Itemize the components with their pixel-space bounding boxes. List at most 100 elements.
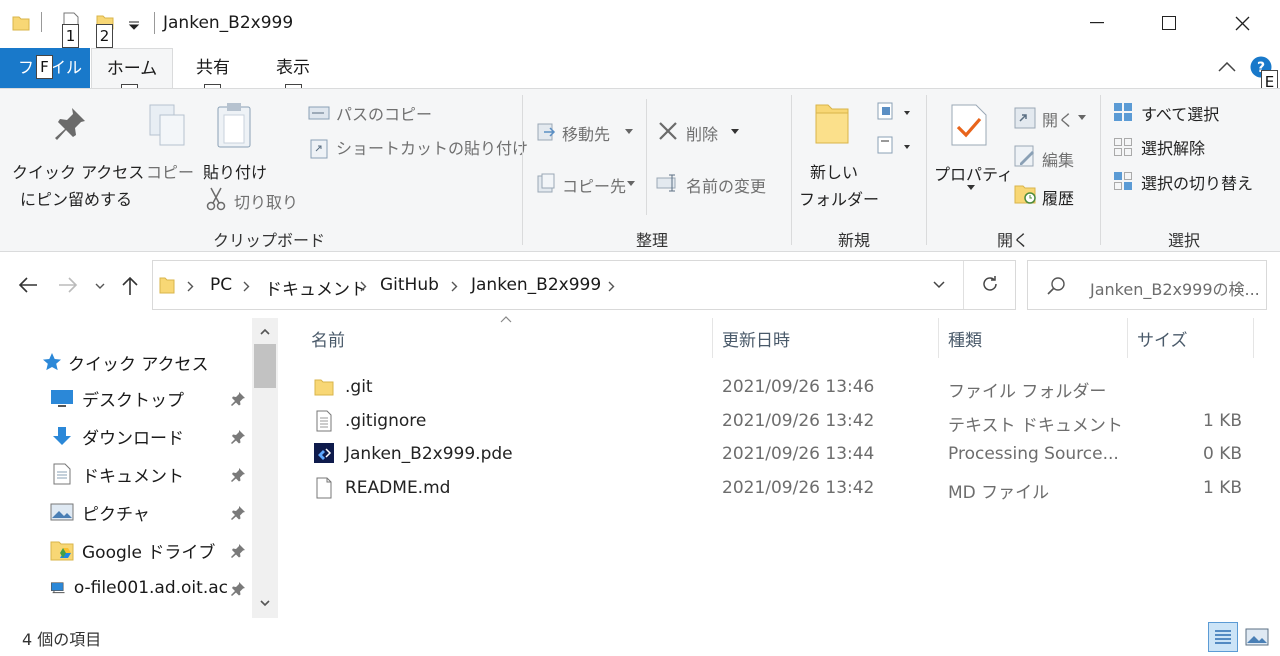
nav-item-downloads[interactable]: ダウンロード: [50, 421, 184, 451]
column-divider[interactable]: [712, 318, 713, 358]
select-all-button[interactable]: すべて選択: [1141, 101, 1219, 125]
cut-button[interactable]: 切り取り: [234, 189, 298, 213]
pin-icon[interactable]: [230, 429, 246, 445]
refresh-button[interactable]: [981, 275, 999, 293]
tab-share[interactable]: 共有: [182, 48, 244, 88]
nav-item-network-drive[interactable]: o-file001.ad.oit.ac: [50, 573, 228, 603]
back-button[interactable]: [18, 276, 38, 294]
nav-quick-access[interactable]: クイック アクセス: [42, 351, 209, 375]
copy-path-button[interactable]: パスのコピー: [336, 101, 432, 125]
paste-shortcut-icon: [310, 137, 328, 159]
nav-item-desktop[interactable]: デスクトップ: [50, 383, 184, 413]
invert-selection-button[interactable]: 選択の切り替え: [1141, 170, 1253, 194]
new-group-label: 新規: [838, 231, 871, 250]
group-separator: [926, 95, 927, 245]
scroll-up-icon[interactable]: [260, 328, 270, 335]
breadcrumb-github[interactable]: GitHub: [380, 275, 439, 295]
history-button[interactable]: 履歴: [1042, 185, 1074, 209]
minimize-icon: [1090, 22, 1104, 24]
search-box[interactable]: Janken_B2x999の検...: [1027, 260, 1267, 310]
nav-quick-access-label: クイック アクセス: [68, 354, 209, 375]
minimize-button[interactable]: [1090, 22, 1104, 24]
column-divider[interactable]: [1253, 318, 1254, 358]
nav-item-pictures[interactable]: ピクチャ: [50, 497, 150, 527]
table-row[interactable]: .gitignore 2021/09/26 13:42 テキスト ドキュメント …: [300, 406, 1260, 438]
easy-access-icon[interactable]: [876, 135, 912, 155]
collapse-ribbon-button[interactable]: [1218, 62, 1236, 72]
forward-button[interactable]: [58, 276, 78, 294]
rename-icon: [656, 173, 680, 193]
file-size: 0 KB: [1202, 444, 1242, 464]
rename-button[interactable]: 名前の変更: [686, 173, 766, 197]
table-row[interactable]: .git 2021/09/26 13:46 ファイル フォルダー: [300, 372, 1260, 404]
clipboard-group-label: クリップボード: [213, 231, 326, 250]
open-button[interactable]: 開く: [1042, 107, 1074, 131]
select-none-button[interactable]: 選択解除: [1141, 135, 1205, 159]
scroll-thumb[interactable]: [254, 344, 276, 388]
properties-button[interactable]: プロパティ: [934, 161, 1013, 185]
text-file-icon: [314, 410, 334, 432]
md-file-icon: [314, 477, 334, 499]
nav-item-documents[interactable]: ドキュメント: [50, 459, 184, 489]
file-modified: 2021/09/26 13:42: [722, 411, 875, 431]
move-to-button[interactable]: 移動先: [562, 121, 610, 145]
large-icons-view-icon: [1245, 628, 1269, 646]
column-header-type[interactable]: 種類: [948, 326, 982, 351]
up-button[interactable]: [121, 276, 139, 296]
new-folder-label-2: フォルダー: [799, 190, 880, 209]
pin-icon[interactable]: [230, 467, 246, 483]
invert-selection-icon: [1113, 171, 1133, 191]
chevron-right-icon: [451, 281, 458, 292]
delete-button[interactable]: 削除: [686, 121, 718, 145]
file-modified: 2021/09/26 13:44: [722, 444, 875, 464]
pin-to-quick-access-label-2: にピン留めする: [20, 190, 133, 209]
pin-icon[interactable]: [230, 391, 246, 407]
pin-to-quick-access-button[interactable]: クイック アクセス: [12, 159, 144, 183]
table-row[interactable]: Janken_B2x999.pde 2021/09/26 13:44 Proce…: [300, 439, 1260, 471]
pictures-icon: [50, 503, 74, 521]
chevron-down-icon: [933, 281, 945, 289]
pin-icon[interactable]: [230, 505, 246, 521]
edit-button[interactable]: 編集: [1042, 147, 1074, 171]
tab-home[interactable]: ホーム: [91, 48, 173, 89]
sort-ascending-icon: [500, 316, 512, 323]
maximize-icon: [1162, 16, 1176, 30]
nav-item-google-drive[interactable]: Google ドライブ: [50, 535, 215, 565]
address-bar[interactable]: PC ドキュメント GitHub Janken_B2x999: [152, 260, 1016, 310]
paste-button[interactable]: 貼り付け: [203, 159, 267, 183]
properties-icon: [950, 103, 988, 147]
breadcrumb-janken[interactable]: Janken_B2x999: [471, 275, 601, 295]
customize-qat-dropdown-icon[interactable]: [128, 20, 140, 30]
paste-shortcut-button[interactable]: ショートカットの貼り付け: [336, 135, 528, 159]
column-divider[interactable]: [938, 318, 939, 358]
open-icon: [1014, 107, 1036, 129]
address-history-dropdown[interactable]: [933, 281, 945, 289]
column-header-size[interactable]: サイズ: [1137, 326, 1188, 351]
maximize-button[interactable]: [1162, 16, 1176, 30]
large-icons-view-button[interactable]: [1244, 624, 1270, 650]
file-modified: 2021/09/26 13:46: [722, 377, 875, 397]
recent-locations-button[interactable]: [95, 282, 105, 290]
nav-scrollbar[interactable]: [252, 318, 278, 618]
column-divider[interactable]: [1127, 318, 1128, 358]
pin-icon[interactable]: [230, 543, 246, 559]
copy-button[interactable]: コピー: [146, 159, 194, 183]
open-group-label: 開く: [997, 231, 1030, 250]
breadcrumb-pc[interactable]: PC: [210, 275, 232, 295]
scroll-down-icon[interactable]: [260, 600, 270, 607]
pin-icon[interactable]: [230, 581, 246, 597]
close-button[interactable]: [1235, 16, 1250, 31]
column-header-modified[interactable]: 更新日時: [722, 326, 790, 351]
tab-view[interactable]: 表示: [262, 48, 324, 88]
table-row[interactable]: README.md 2021/09/26 13:42 MD ファイル 1 KB: [300, 473, 1260, 505]
copy-to-button[interactable]: コピー先: [562, 173, 626, 197]
select-all-icon: [1113, 102, 1133, 122]
divider: [41, 12, 42, 32]
column-header-name[interactable]: 名前: [311, 326, 345, 351]
new-folder-button[interactable]: 新しい: [810, 159, 858, 183]
details-view-button[interactable]: [1208, 622, 1238, 652]
breadcrumb-documents[interactable]: ドキュメント: [265, 275, 367, 300]
arrow-right-icon: [59, 277, 78, 293]
new-item-icon[interactable]: [876, 101, 912, 121]
file-name: .git: [345, 377, 373, 397]
